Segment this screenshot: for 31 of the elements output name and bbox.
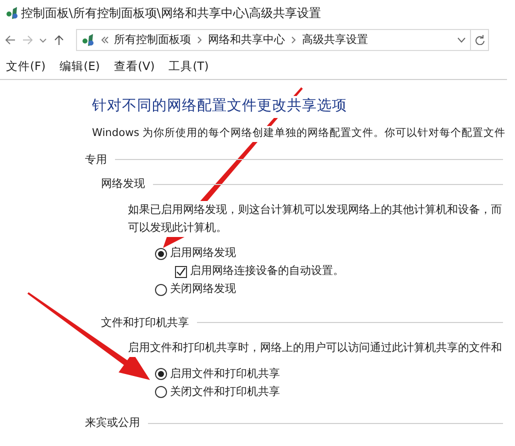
radio-button[interactable] xyxy=(155,386,167,398)
checkbox[interactable] xyxy=(175,266,187,278)
refresh-icon xyxy=(474,35,484,45)
check-icon xyxy=(176,266,186,277)
chevron-icon xyxy=(196,36,202,44)
page-heading: 针对不同的网络配置文件更改共享选项 xyxy=(92,96,347,118)
section-heading: 网络发现 xyxy=(101,176,145,192)
menu-item[interactable]: 工具(T) xyxy=(168,58,209,76)
chevron-icon xyxy=(290,36,296,44)
radio-button[interactable] xyxy=(155,248,167,260)
chevrons-icon xyxy=(100,36,108,44)
network-icon xyxy=(81,33,95,47)
dropdown-icon[interactable] xyxy=(457,36,466,44)
description-text: Windows 为你所使用的每个网络创建单独的网络配置文件。你可以针对每个配置文件 xyxy=(92,126,506,142)
breadcrumb-item[interactable]: 高级共享设置 xyxy=(302,32,368,48)
menu-item[interactable]: 查看(V) xyxy=(114,58,155,76)
section-heading: 文件和打印机共享 xyxy=(101,314,189,331)
group-heading: 来宾或公用 xyxy=(85,415,140,432)
dropdown-icon[interactable] xyxy=(39,36,47,44)
back-icon[interactable] xyxy=(4,34,16,46)
menu-item[interactable]: 编辑(E) xyxy=(60,58,100,76)
refresh-button[interactable] xyxy=(471,29,489,51)
up-icon[interactable] xyxy=(52,34,64,46)
radio-button[interactable] xyxy=(155,368,167,380)
group-heading: 专用 xyxy=(85,152,107,168)
radio-button[interactable] xyxy=(155,284,167,296)
breadcrumb-item[interactable]: 所有控制面板项 xyxy=(114,32,191,48)
breadcrumb-item[interactable]: 网络和共享中心 xyxy=(208,32,285,48)
window-title: 控制面板\所有控制面板项\网络和共享中心\高级共享设置 xyxy=(20,5,321,22)
menu-item[interactable]: 文件(F) xyxy=(6,58,46,76)
network-icon xyxy=(5,6,18,20)
